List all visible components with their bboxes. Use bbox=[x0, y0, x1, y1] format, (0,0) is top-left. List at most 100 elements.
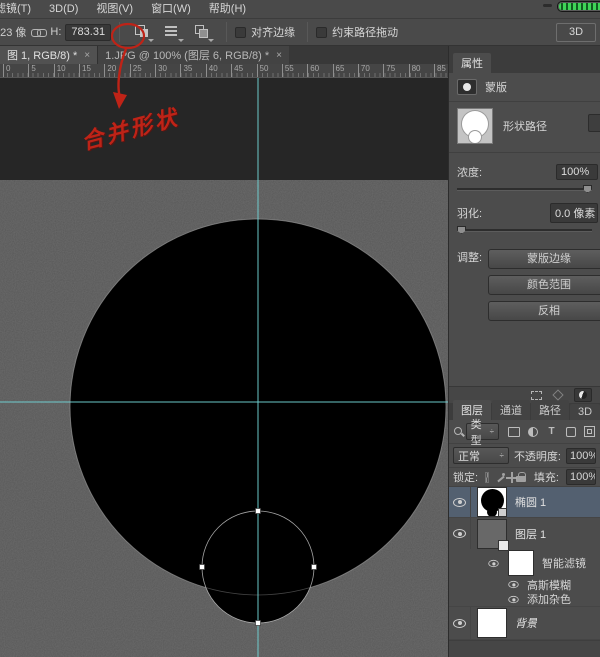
constrain-drag-label: 约束路径拖动 bbox=[332, 24, 398, 40]
feather-label: 羽化: bbox=[457, 205, 482, 221]
filter-type-layers-icon[interactable]: T bbox=[545, 426, 558, 438]
tab-paths[interactable]: 路径 bbox=[531, 400, 569, 420]
document-tab-1[interactable]: 图 1, RGB/8) * × bbox=[0, 46, 97, 64]
load-selection-icon[interactable] bbox=[531, 391, 542, 400]
layer-thumbnail[interactable] bbox=[477, 608, 507, 638]
fill-label: 填充: bbox=[534, 469, 559, 485]
layers-panel: 类型 ÷ T 正常 ÷ 不透明度: 100% bbox=[449, 420, 600, 657]
menu-view[interactable]: 视图(V) bbox=[87, 0, 142, 18]
adjust-section: 调整: 蒙版边缘 颜色范围 反相 bbox=[449, 235, 600, 321]
path-operations-button[interactable] bbox=[131, 21, 155, 43]
tab-3d[interactable]: 3D bbox=[570, 404, 600, 420]
filter-gaussian-blur-row[interactable]: 高斯模糊 bbox=[449, 577, 600, 592]
menu-help[interactable]: 帮助(H) bbox=[200, 0, 255, 18]
visibility-cell[interactable] bbox=[449, 487, 471, 517]
filter-adjustment-layers-icon[interactable] bbox=[528, 427, 538, 437]
shape-path-label: 形状路径 bbox=[503, 118, 547, 134]
mask-options-button[interactable] bbox=[588, 114, 600, 132]
ruler-tick: 70 bbox=[358, 64, 359, 77]
canvas-area[interactable] bbox=[0, 78, 448, 657]
smart-filter-thumbnail[interactable] bbox=[508, 550, 534, 576]
density-slider[interactable] bbox=[457, 184, 592, 194]
tool-options-bar: 723 像 H: 783.31 对齐边缘 约束路径拖动 3D bbox=[0, 18, 600, 46]
feather-slider-handle[interactable] bbox=[457, 226, 466, 234]
close-icon[interactable]: × bbox=[276, 50, 282, 61]
menu-window[interactable]: 窗口(W) bbox=[142, 0, 200, 18]
feather-slider[interactable] bbox=[457, 225, 592, 235]
tab-channels[interactable]: 通道 bbox=[492, 400, 530, 420]
layer-name[interactable]: 背景 bbox=[515, 615, 537, 631]
overlay-dash-icon bbox=[543, 4, 552, 7]
shape-path-row: 形状路径 bbox=[449, 102, 600, 153]
filter-add-noise-row[interactable]: 添加杂色 bbox=[449, 592, 600, 607]
menu-3d[interactable]: 3D(D) bbox=[40, 0, 87, 18]
filter-name[interactable]: 添加杂色 bbox=[527, 591, 571, 607]
invert-button[interactable]: 反相 bbox=[488, 301, 600, 321]
horizontal-ruler[interactable]: 0510152025303540455055606570758085 bbox=[0, 64, 448, 78]
chevron-down-icon bbox=[208, 39, 214, 42]
visibility-cell[interactable] bbox=[449, 607, 471, 639]
tab-properties[interactable]: 属性 bbox=[453, 53, 491, 73]
path-alignment-button[interactable] bbox=[161, 21, 185, 43]
menu-filter[interactable]: 滤镜(T) bbox=[0, 0, 40, 18]
ruler-tick: 85 bbox=[434, 64, 435, 77]
3d-mode-button[interactable]: 3D bbox=[556, 23, 596, 42]
opacity-input[interactable]: 100% bbox=[566, 448, 596, 464]
height-input[interactable]: 783.31 bbox=[65, 24, 111, 41]
mask-icon bbox=[457, 79, 477, 95]
layer-row-layer1[interactable]: 图层 1 bbox=[449, 518, 600, 549]
lock-position-icon[interactable] bbox=[506, 472, 509, 483]
height-label: H: bbox=[50, 26, 61, 38]
path-arrangement-button[interactable] bbox=[191, 21, 215, 43]
battery-indicator-icon bbox=[557, 1, 600, 12]
smart-filters-label[interactable]: 智能滤镜 bbox=[542, 555, 586, 571]
eye-icon[interactable] bbox=[508, 581, 518, 588]
close-icon[interactable]: × bbox=[84, 50, 90, 61]
filter-pixel-layers-icon[interactable] bbox=[508, 427, 520, 437]
adjust-label: 调整: bbox=[457, 249, 482, 321]
link-dimensions-icon[interactable] bbox=[31, 27, 45, 37]
layer-row-ellipse1[interactable]: 椭圆 1 bbox=[449, 487, 600, 518]
width-value[interactable]: 723 像 bbox=[0, 24, 26, 40]
eye-icon[interactable] bbox=[488, 559, 498, 566]
layer-name[interactable]: 椭圆 1 bbox=[515, 494, 546, 510]
layer-thumbnail[interactable] bbox=[477, 487, 507, 517]
ruler-tick: 80 bbox=[409, 64, 410, 77]
layer-name[interactable]: 图层 1 bbox=[515, 526, 546, 542]
snap-edges-checkbox[interactable] bbox=[235, 27, 246, 38]
properties-panel-tabs: 属性 bbox=[449, 56, 600, 73]
feather-value[interactable]: 0.0 像素 bbox=[550, 203, 598, 223]
mask-edge-button[interactable]: 蒙版边缘 bbox=[488, 249, 600, 269]
blend-mode-select[interactable]: 正常 ÷ bbox=[453, 447, 509, 464]
mask-toggle-icon bbox=[579, 391, 587, 399]
snap-edges-option[interactable]: 对齐边缘 bbox=[235, 24, 295, 40]
apply-mask-icon[interactable] bbox=[552, 389, 563, 400]
smart-filters-row[interactable]: 智能滤镜 bbox=[449, 549, 600, 577]
lock-pixels-icon[interactable] bbox=[496, 472, 499, 483]
layer-thumbnail[interactable] bbox=[477, 519, 507, 549]
constrain-drag-checkbox[interactable] bbox=[316, 27, 327, 38]
separator bbox=[226, 22, 227, 42]
eye-icon[interactable] bbox=[508, 595, 518, 602]
filter-shape-layers-icon[interactable] bbox=[566, 427, 576, 437]
properties-panel: 蒙版 形状路径 浓度: 100% bbox=[449, 73, 600, 403]
density-value[interactable]: 100% bbox=[556, 164, 598, 180]
color-range-button[interactable]: 颜色范围 bbox=[488, 275, 600, 295]
shape-path-thumbnail[interactable] bbox=[457, 108, 493, 144]
document-tab-2[interactable]: 1.JPG @ 100% (图层 6, RGB/8) * × bbox=[97, 46, 289, 64]
eye-icon bbox=[453, 619, 466, 628]
constrain-drag-option[interactable]: 约束路径拖动 bbox=[316, 24, 398, 40]
filter-type-select[interactable]: 类型 ÷ bbox=[466, 423, 499, 440]
fill-input[interactable]: 100% bbox=[566, 469, 596, 485]
layer-row-background[interactable]: 背景 bbox=[449, 607, 600, 640]
eye-icon bbox=[453, 529, 466, 538]
density-slider-handle[interactable] bbox=[583, 185, 592, 193]
lock-transparency-icon[interactable] bbox=[485, 472, 489, 483]
visibility-cell[interactable] bbox=[449, 518, 471, 549]
lock-all-icon[interactable] bbox=[516, 472, 519, 483]
filter-smart-objects-icon[interactable] bbox=[584, 426, 595, 437]
updown-arrows-icon: ÷ bbox=[490, 428, 494, 435]
updown-arrows-icon: ÷ bbox=[500, 452, 504, 459]
mask-visibility-button[interactable] bbox=[574, 388, 592, 402]
search-icon bbox=[453, 426, 462, 438]
